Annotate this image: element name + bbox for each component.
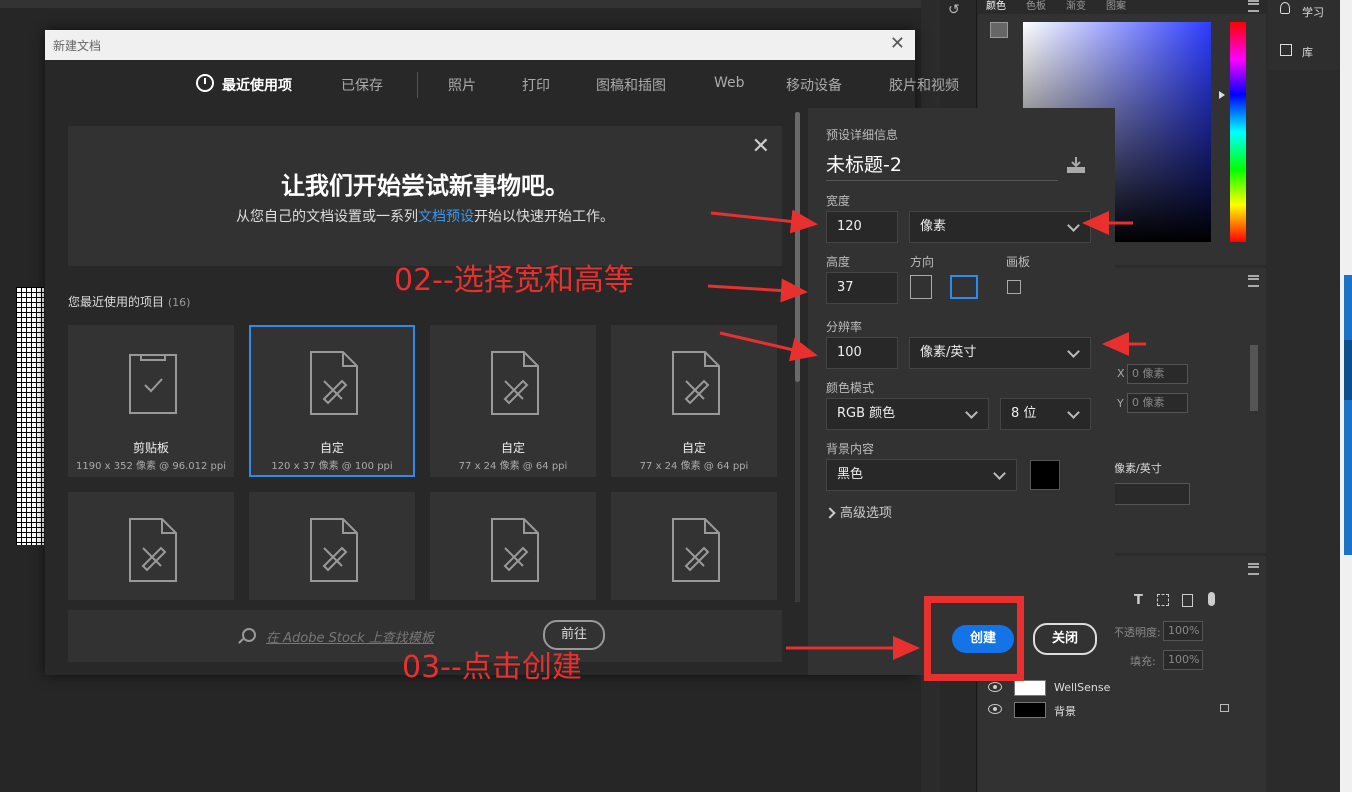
- annotation-step2: 02--选择宽和高等: [394, 263, 634, 298]
- annotation-arrows: [707, 209, 1146, 660]
- create-highlight-box: [924, 596, 1024, 681]
- annotation-step3: 03--点击创建: [402, 650, 582, 685]
- arrow-to-height: [707, 278, 808, 303]
- arrow-to-resolution: [719, 331, 818, 362]
- arrow-to-width: [710, 209, 818, 234]
